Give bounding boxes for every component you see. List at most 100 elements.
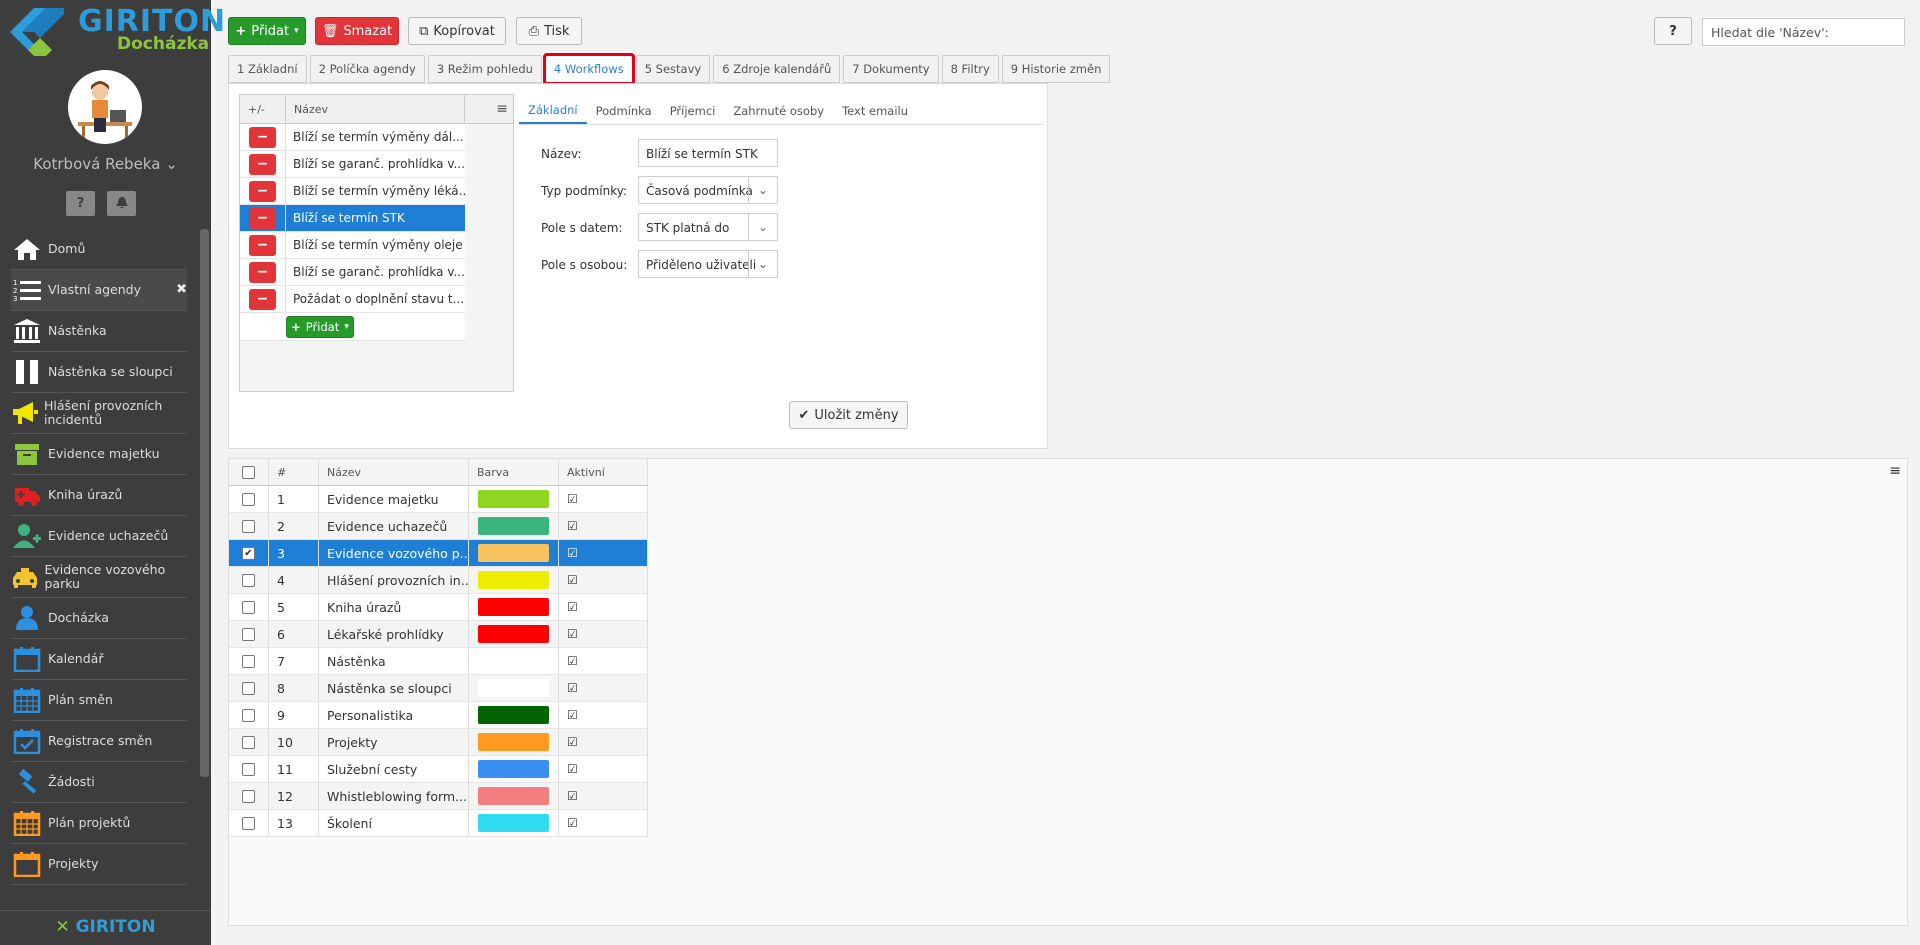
workflow-row[interactable]: − Blíží se garanč. prohlídka v... bbox=[240, 259, 465, 286]
help-button[interactable]: ? bbox=[1654, 17, 1692, 45]
tab-6[interactable]: 6 Zdroje kalendářů bbox=[713, 55, 841, 83]
add-button[interactable]: + Přidat ▾ bbox=[228, 17, 306, 45]
menu-item[interactable]: 123 Vlastní agendy ✖ bbox=[11, 270, 187, 311]
row-checkbox[interactable] bbox=[242, 735, 255, 749]
remove-icon[interactable]: − bbox=[249, 261, 276, 283]
menu-item[interactable]: Nástěnka bbox=[11, 311, 187, 352]
tab-5[interactable]: 5 Sestavy bbox=[635, 55, 711, 83]
remove-icon[interactable]: − bbox=[249, 153, 276, 175]
header-number[interactable]: # bbox=[269, 459, 319, 485]
date-field-select[interactable]: STK platná do ⌄ bbox=[638, 213, 778, 241]
remove-icon[interactable]: − bbox=[249, 180, 276, 202]
table-row[interactable]: 5 Kniha úrazů ☑ bbox=[229, 594, 648, 621]
table-row[interactable]: 12 Whistleblowing form... ☑ bbox=[229, 783, 648, 810]
table-row[interactable]: 9 Personalistika ☑ bbox=[229, 702, 648, 729]
close-icon[interactable]: ✖ bbox=[176, 282, 187, 297]
remove-icon[interactable]: − bbox=[249, 234, 276, 256]
header-active[interactable]: Aktivní bbox=[559, 459, 648, 485]
tab-4[interactable]: 4 Workflows bbox=[542, 53, 635, 85]
remove-icon[interactable]: − bbox=[249, 288, 276, 310]
table-row[interactable]: 10 Projekty ☑ bbox=[229, 729, 648, 756]
menu-item[interactable]: Hlášení provozních incidentů bbox=[11, 393, 187, 434]
tab-8[interactable]: 8 Filtry bbox=[941, 55, 999, 83]
row-checkbox[interactable] bbox=[242, 681, 255, 695]
grid-menu-icon[interactable]: ≡ bbox=[1889, 463, 1901, 479]
menu-item[interactable]: Projekty bbox=[11, 844, 187, 885]
table-row[interactable]: 4 Hlášení provozních in... ☑ bbox=[229, 567, 648, 594]
bell-icon[interactable] bbox=[107, 191, 136, 216]
menu-item[interactable]: Domů bbox=[11, 229, 187, 270]
row-checkbox[interactable] bbox=[242, 573, 255, 587]
workflow-add-button[interactable]: + Přidat ▾ bbox=[286, 315, 354, 338]
column-menu-icon[interactable]: ≡ bbox=[465, 95, 513, 123]
color-swatch bbox=[478, 625, 549, 643]
row-checkbox[interactable] bbox=[242, 654, 255, 668]
numbered-list-icon: 123 bbox=[11, 277, 43, 303]
color-swatch bbox=[478, 760, 549, 778]
row-checkbox[interactable] bbox=[242, 519, 255, 533]
print-button[interactable]: ⎙ Tisk bbox=[516, 17, 582, 45]
search-input[interactable]: Hledat dle 'Název': bbox=[1702, 18, 1905, 46]
condition-type-select[interactable]: Časová podmínka ⌄ bbox=[638, 176, 778, 204]
name-field[interactable]: Blíží se termín STK bbox=[638, 139, 778, 167]
subtab-4[interactable]: Text emailu bbox=[833, 97, 917, 124]
row-checkbox[interactable] bbox=[242, 600, 255, 614]
tab-7[interactable]: 7 Dokumenty bbox=[843, 55, 939, 83]
help-icon[interactable]: ? bbox=[66, 191, 95, 216]
row-checkbox[interactable]: ✔ bbox=[242, 546, 255, 560]
menu-item[interactable]: Nástěnka se sloupci bbox=[11, 352, 187, 393]
row-checkbox[interactable] bbox=[242, 708, 255, 722]
menu-item[interactable]: Evidence vozového parku bbox=[11, 557, 187, 598]
workflow-row[interactable]: − Blíží se termín výměny léká... bbox=[240, 178, 465, 205]
table-row[interactable]: 11 Služební cesty ☑ bbox=[229, 756, 648, 783]
row-checkbox[interactable] bbox=[242, 627, 255, 641]
delete-button[interactable]: 🗑 Smazat bbox=[315, 17, 399, 45]
copy-button[interactable]: ⧉ Kopírovat bbox=[408, 17, 506, 45]
menu-item[interactable]: Registrace směn bbox=[11, 721, 187, 762]
table-row[interactable]: ✔ 3 Evidence vozového p... ☑ bbox=[229, 540, 648, 567]
table-row[interactable]: 7 Nástěnka ☑ bbox=[229, 648, 648, 675]
tab-2[interactable]: 2 Políčka agendy bbox=[309, 55, 425, 83]
row-checkbox[interactable] bbox=[242, 816, 255, 830]
subtab-3[interactable]: Zahrnuté osoby bbox=[724, 97, 833, 124]
workflow-row[interactable]: − Blíží se termín STK bbox=[240, 205, 465, 232]
save-changes-button[interactable]: ✔ Uložit změny bbox=[789, 401, 908, 429]
menu-item[interactable]: Kniha úrazů bbox=[11, 475, 187, 516]
person-field-select[interactable]: Přiděleno uživateli ⌄ bbox=[638, 250, 778, 278]
tab-3[interactable]: 3 Režim pohledu bbox=[427, 55, 542, 83]
menu-item[interactable]: Docházka bbox=[11, 598, 187, 639]
col-name[interactable]: Název bbox=[286, 95, 465, 123]
menu-item[interactable]: Plán směn bbox=[11, 680, 187, 721]
workflow-row[interactable]: − Blíží se garanč. prohlídka v... bbox=[240, 151, 465, 178]
avatar[interactable] bbox=[68, 70, 142, 144]
table-row[interactable]: 2 Evidence uchazečů ☑ bbox=[229, 513, 648, 540]
table-row[interactable]: 1 Evidence majetku ☑ bbox=[229, 486, 648, 513]
menu-item[interactable]: Žádosti bbox=[11, 762, 187, 803]
tab-9[interactable]: 9 Historie změn bbox=[1001, 55, 1111, 83]
workflow-row[interactable]: − Blíží se termín výměny dál... bbox=[240, 124, 465, 151]
table-row[interactable]: 13 Školení ☑ bbox=[229, 810, 648, 837]
logo[interactable]: GIRITON Docházka bbox=[0, 0, 225, 60]
header-color[interactable]: Barva bbox=[469, 459, 559, 485]
sidebar-scrollbar[interactable] bbox=[200, 229, 209, 777]
menu-item[interactable]: Plán projektů bbox=[11, 803, 187, 844]
table-row[interactable]: 6 Lékařské prohlídky ☑ bbox=[229, 621, 648, 648]
row-checkbox[interactable] bbox=[242, 762, 255, 776]
tab-1[interactable]: 1 Základní bbox=[228, 55, 307, 83]
user-name[interactable]: Kotrbová Rebeka ⌄ bbox=[0, 155, 211, 173]
subtab-1[interactable]: Podmínka bbox=[587, 97, 661, 124]
remove-icon[interactable]: − bbox=[249, 207, 276, 229]
table-row[interactable]: 8 Nástěnka se sloupci ☑ bbox=[229, 675, 648, 702]
menu-item[interactable]: Kalendář bbox=[11, 639, 187, 680]
row-checkbox[interactable] bbox=[242, 789, 255, 803]
subtab-0[interactable]: Základní bbox=[519, 97, 587, 124]
header-name[interactable]: Název bbox=[319, 459, 469, 485]
subtab-2[interactable]: Příjemci bbox=[661, 97, 725, 124]
select-all-checkbox[interactable] bbox=[242, 465, 255, 479]
menu-item[interactable]: Evidence majetku bbox=[11, 434, 187, 475]
workflow-row[interactable]: − Blíží se termín výměny oleje bbox=[240, 232, 465, 259]
workflow-row[interactable]: − Požádat o doplnění stavu t... bbox=[240, 286, 465, 313]
remove-icon[interactable]: − bbox=[249, 126, 276, 148]
row-checkbox[interactable] bbox=[242, 492, 255, 506]
menu-item[interactable]: Evidence uchazečů bbox=[11, 516, 187, 557]
